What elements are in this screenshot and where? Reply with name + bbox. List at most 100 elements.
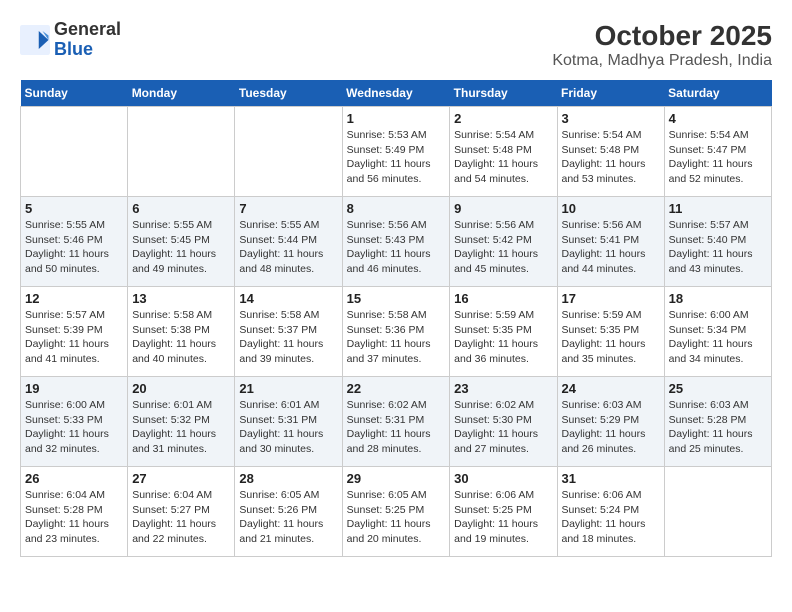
day-info: Sunrise: 6:03 AMSunset: 5:29 PMDaylight:… [562, 398, 660, 457]
day-number: 19 [25, 381, 123, 396]
calendar-cell: 4 Sunrise: 5:54 AMSunset: 5:47 PMDaylight… [664, 107, 771, 197]
day-info: Sunrise: 5:54 AMSunset: 5:47 PMDaylight:… [669, 128, 767, 187]
logo-line1: General [54, 20, 121, 40]
day-number: 8 [347, 201, 446, 216]
day-number: 29 [347, 471, 446, 486]
calendar-cell: 31Sunrise: 6:06 AMSunset: 5:24 PMDayligh… [557, 467, 664, 557]
calendar-cell: 18 Sunrise: 6:00 AMSunset: 5:34 PMDayligh… [664, 287, 771, 377]
day-number: 12 [25, 291, 123, 306]
day-info: Sunrise: 5:55 AMSunset: 5:45 PMDaylight:… [132, 218, 230, 277]
calendar-cell: 15 Sunrise: 5:58 AMSunset: 5:36 PMDayligh… [342, 287, 450, 377]
day-info: Sunrise: 5:58 AMSunset: 5:37 PMDaylight:… [239, 308, 337, 367]
day-info: Sunrise: 6:01 AMSunset: 5:32 PMDaylight:… [132, 398, 230, 457]
calendar-week-row: 5Sunrise: 5:55 AMSunset: 5:46 PMDaylight… [21, 197, 772, 287]
calendar-cell [21, 107, 128, 197]
calendar-cell: 30 Sunrise: 6:06 AMSunset: 5:25 PMDayligh… [450, 467, 557, 557]
day-info: Sunrise: 6:04 AMSunset: 5:28 PMDaylight:… [25, 488, 123, 547]
calendar-cell: 29 Sunrise: 6:05 AMSunset: 5:25 PMDayligh… [342, 467, 450, 557]
day-number: 10 [562, 201, 660, 216]
day-number: 31 [562, 471, 660, 486]
day-number: 11 [669, 201, 767, 216]
day-info: Sunrise: 6:06 AMSunset: 5:25 PMDaylight:… [454, 488, 552, 547]
day-number: 14 [239, 291, 337, 306]
day-number: 25 [669, 381, 767, 396]
calendar-cell: 5Sunrise: 5:55 AMSunset: 5:46 PMDaylight… [21, 197, 128, 287]
day-number: 7 [239, 201, 337, 216]
logo: General Blue [20, 20, 121, 60]
calendar-cell: 19 Sunrise: 6:00 AMSunset: 5:33 PMDayligh… [21, 377, 128, 467]
day-header-friday: Friday [557, 80, 664, 107]
day-number: 13 [132, 291, 230, 306]
subtitle: Kotma, Madhya Pradesh, India [552, 52, 772, 70]
calendar-cell: 12 Sunrise: 5:57 AMSunset: 5:39 PMDayligh… [21, 287, 128, 377]
calendar-week-row: 1Sunrise: 5:53 AMSunset: 5:49 PMDaylight… [21, 107, 772, 197]
calendar-cell: 8 Sunrise: 5:56 AMSunset: 5:43 PMDaylight… [342, 197, 450, 287]
day-info: Sunrise: 5:56 AMSunset: 5:41 PMDaylight:… [562, 218, 660, 277]
calendar-cell: 9Sunrise: 5:56 AMSunset: 5:42 PMDaylight… [450, 197, 557, 287]
day-info: Sunrise: 5:58 AMSunset: 5:38 PMDaylight:… [132, 308, 230, 367]
day-info: Sunrise: 6:02 AMSunset: 5:31 PMDaylight:… [347, 398, 446, 457]
calendar-cell: 3Sunrise: 5:54 AMSunset: 5:48 PMDaylight… [557, 107, 664, 197]
calendar-cell: 25Sunrise: 6:03 AMSunset: 5:28 PMDayligh… [664, 377, 771, 467]
day-info: Sunrise: 6:00 AMSunset: 5:33 PMDaylight:… [25, 398, 123, 457]
day-info: Sunrise: 5:59 AMSunset: 5:35 PMDaylight:… [454, 308, 552, 367]
calendar-cell: 24 Sunrise: 6:03 AMSunset: 5:29 PMDayligh… [557, 377, 664, 467]
day-header-wednesday: Wednesday [342, 80, 450, 107]
day-info: Sunrise: 6:02 AMSunset: 5:30 PMDaylight:… [454, 398, 552, 457]
day-number: 26 [25, 471, 123, 486]
page-container: General Blue October 2025 Kotma, Madhya … [20, 20, 772, 557]
calendar-cell: 13 Sunrise: 5:58 AMSunset: 5:38 PMDayligh… [128, 287, 235, 377]
calendar-cell: 10 Sunrise: 5:56 AMSunset: 5:41 PMDayligh… [557, 197, 664, 287]
day-info: Sunrise: 5:56 AMSunset: 5:43 PMDaylight:… [347, 218, 446, 277]
day-number: 23 [454, 381, 552, 396]
day-number: 4 [669, 111, 767, 126]
calendar-cell: 23 Sunrise: 6:02 AMSunset: 5:30 PMDayligh… [450, 377, 557, 467]
day-info: Sunrise: 5:53 AMSunset: 5:49 PMDaylight:… [347, 128, 446, 187]
day-info: Sunrise: 5:57 AMSunset: 5:39 PMDaylight:… [25, 308, 123, 367]
logo-icon [20, 25, 50, 55]
day-number: 24 [562, 381, 660, 396]
day-header-sunday: Sunday [21, 80, 128, 107]
main-title: October 2025 [552, 20, 772, 52]
calendar-week-row: 19 Sunrise: 6:00 AMSunset: 5:33 PMDayligh… [21, 377, 772, 467]
calendar-cell [664, 467, 771, 557]
day-header-saturday: Saturday [664, 80, 771, 107]
calendar-cell [235, 107, 342, 197]
calendar-cell: 27 Sunrise: 6:04 AMSunset: 5:27 PMDayligh… [128, 467, 235, 557]
calendar-cell: 6 Sunrise: 5:55 AMSunset: 5:45 PMDaylight… [128, 197, 235, 287]
day-number: 27 [132, 471, 230, 486]
day-number: 28 [239, 471, 337, 486]
day-info: Sunrise: 6:01 AMSunset: 5:31 PMDaylight:… [239, 398, 337, 457]
calendar-cell: 16Sunrise: 5:59 AMSunset: 5:35 PMDayligh… [450, 287, 557, 377]
day-info: Sunrise: 6:00 AMSunset: 5:34 PMDaylight:… [669, 308, 767, 367]
day-info: Sunrise: 5:54 AMSunset: 5:48 PMDaylight:… [562, 128, 660, 187]
day-number: 2 [454, 111, 552, 126]
calendar-cell: 20Sunrise: 6:01 AMSunset: 5:32 PMDayligh… [128, 377, 235, 467]
calendar-table: SundayMondayTuesdayWednesdayThursdayFrid… [20, 80, 772, 557]
header: General Blue October 2025 Kotma, Madhya … [20, 20, 772, 70]
day-info: Sunrise: 6:05 AMSunset: 5:26 PMDaylight:… [239, 488, 337, 547]
day-info: Sunrise: 5:59 AMSunset: 5:35 PMDaylight:… [562, 308, 660, 367]
day-number: 22 [347, 381, 446, 396]
day-number: 6 [132, 201, 230, 216]
day-number: 18 [669, 291, 767, 306]
day-info: Sunrise: 6:04 AMSunset: 5:27 PMDaylight:… [132, 488, 230, 547]
calendar-week-row: 12 Sunrise: 5:57 AMSunset: 5:39 PMDayligh… [21, 287, 772, 377]
calendar-cell: 2Sunrise: 5:54 AMSunset: 5:48 PMDaylight… [450, 107, 557, 197]
logo-line2: Blue [54, 40, 121, 60]
day-number: 21 [239, 381, 337, 396]
calendar-header-row: SundayMondayTuesdayWednesdayThursdayFrid… [21, 80, 772, 107]
calendar-cell: 22 Sunrise: 6:02 AMSunset: 5:31 PMDayligh… [342, 377, 450, 467]
day-number: 9 [454, 201, 552, 216]
calendar-cell: 17Sunrise: 5:59 AMSunset: 5:35 PMDayligh… [557, 287, 664, 377]
calendar-cell: 21 Sunrise: 6:01 AMSunset: 5:31 PMDayligh… [235, 377, 342, 467]
day-header-thursday: Thursday [450, 80, 557, 107]
title-area: October 2025 Kotma, Madhya Pradesh, Indi… [552, 20, 772, 70]
calendar-week-row: 26 Sunrise: 6:04 AMSunset: 5:28 PMDayligh… [21, 467, 772, 557]
day-info: Sunrise: 6:05 AMSunset: 5:25 PMDaylight:… [347, 488, 446, 547]
day-info: Sunrise: 5:58 AMSunset: 5:36 PMDaylight:… [347, 308, 446, 367]
calendar-cell [128, 107, 235, 197]
day-number: 5 [25, 201, 123, 216]
day-number: 30 [454, 471, 552, 486]
day-number: 15 [347, 291, 446, 306]
